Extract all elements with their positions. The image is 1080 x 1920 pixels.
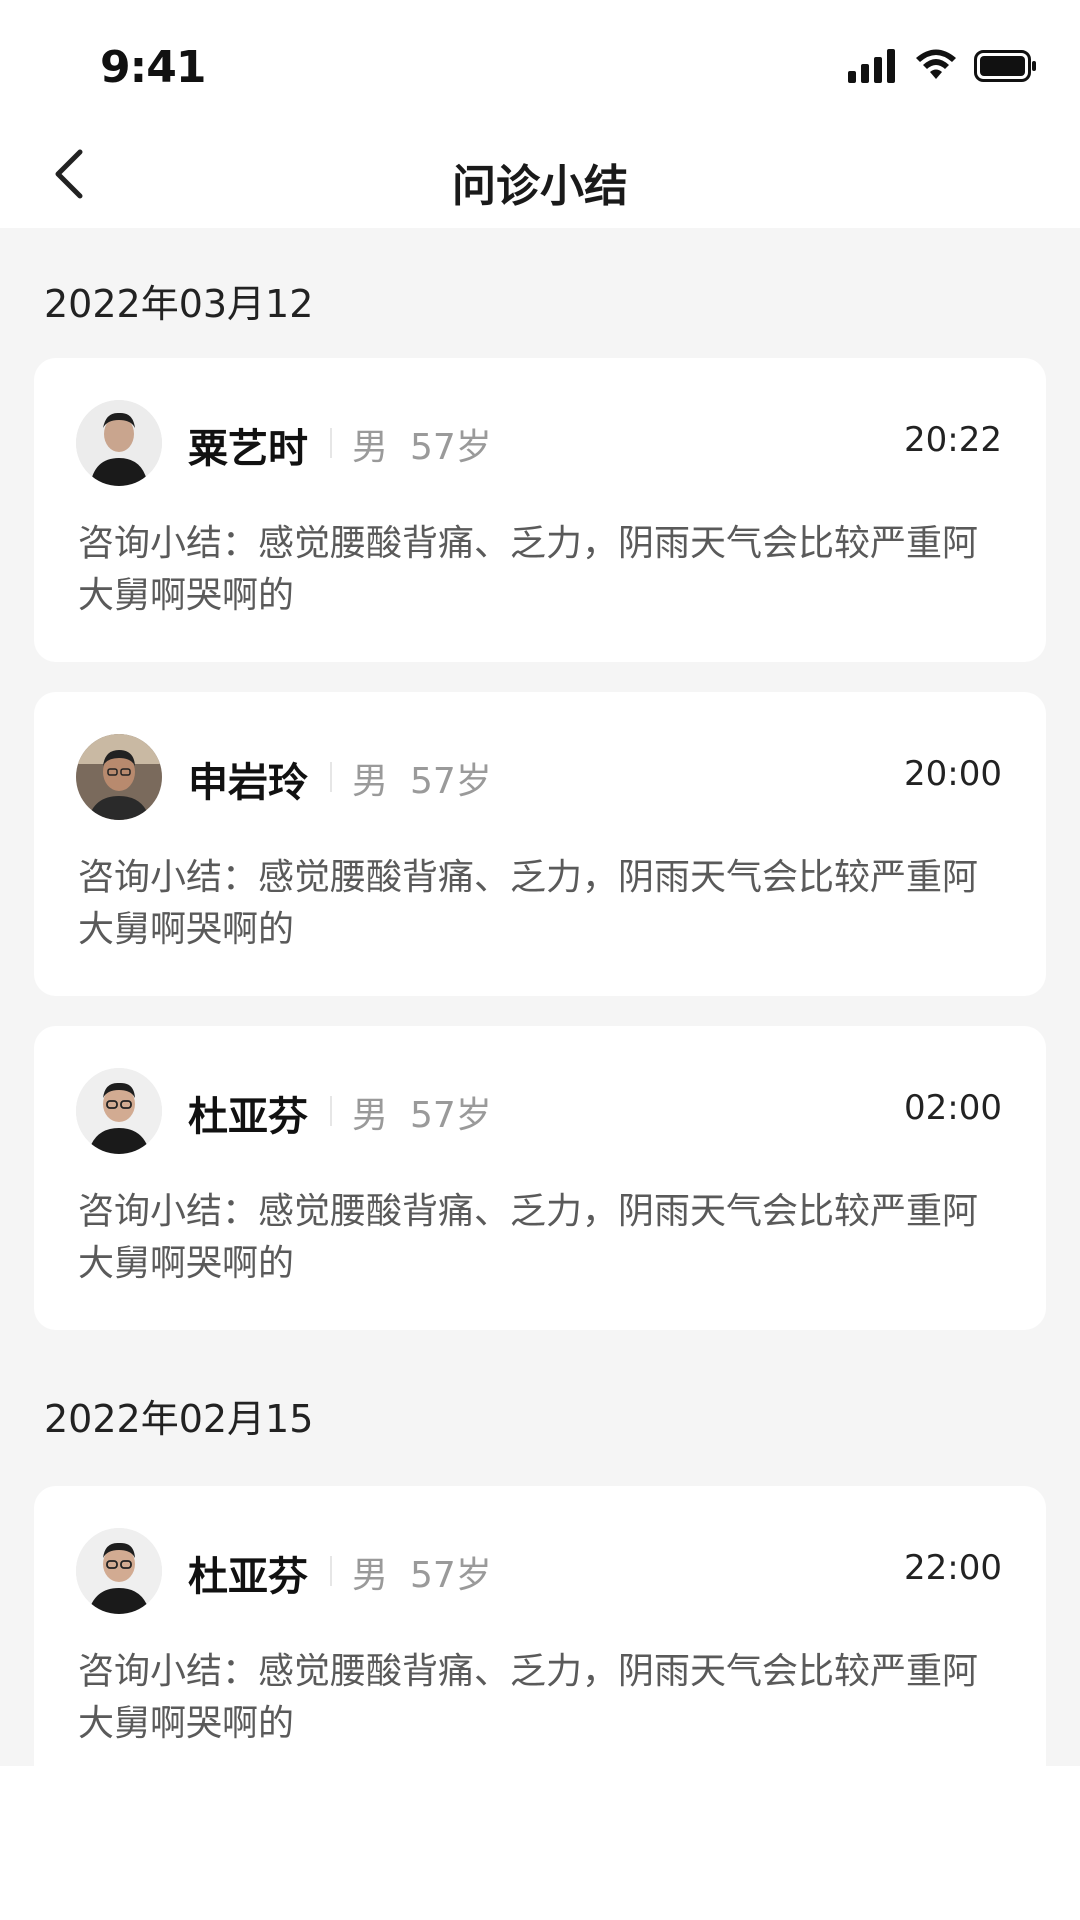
patient-name: 杜亚芬 xyxy=(188,1094,308,1140)
patient-age: 57岁 xyxy=(410,427,492,468)
wifi-icon xyxy=(914,49,958,87)
patient-name: 申岩玲 xyxy=(188,760,308,806)
consultation-card[interactable]: 杜亚芬 男 57岁 22:00 咨询小结：感觉腰酸背痛、乏力，阴雨天气会比较严重… xyxy=(34,1486,1046,1766)
divider xyxy=(330,1556,332,1586)
consultation-time: 20:22 xyxy=(904,420,1002,460)
divider xyxy=(330,428,332,458)
consultation-summary: 咨询小结：感觉腰酸背痛、乏力，阴雨天气会比较严重阿大舅啊哭啊的 xyxy=(78,1651,979,1744)
page-title: 问诊小结 xyxy=(452,161,628,212)
nav-bar: 问诊小结 xyxy=(0,120,1080,228)
date-header: 2022年02月15 xyxy=(44,1397,314,1441)
battery-icon xyxy=(974,49,1038,87)
consultation-card[interactable]: 申岩玲 男 57岁 20:00 咨询小结：感觉腰酸背痛、乏力，阴雨天气会比较严重… xyxy=(34,692,1046,996)
patient-name: 粟艺时 xyxy=(188,426,308,472)
consultation-card[interactable]: 杜亚芬 男 57岁 02:00 咨询小结：感觉腰酸背痛、乏力，阴雨天气会比较严重… xyxy=(34,1026,1046,1330)
patient-age: 57岁 xyxy=(410,1095,492,1136)
divider xyxy=(330,1096,332,1126)
avatar[interactable] xyxy=(76,734,162,820)
avatar[interactable] xyxy=(76,1528,162,1614)
consultation-time: 22:00 xyxy=(904,1548,1002,1588)
consultation-summary: 咨询小结：感觉腰酸背痛、乏力，阴雨天气会比较严重阿大舅啊哭啊的 xyxy=(78,857,979,950)
avatar[interactable] xyxy=(76,400,162,486)
consultation-summary: 咨询小结：感觉腰酸背痛、乏力，阴雨天气会比较严重阿大舅啊哭啊的 xyxy=(78,523,979,616)
divider xyxy=(330,762,332,792)
status-icons xyxy=(848,48,1038,88)
bottom-blank-area xyxy=(0,1766,1080,1920)
consultation-time: 02:00 xyxy=(904,1088,1002,1128)
patient-age: 57岁 xyxy=(410,1555,492,1596)
patient-gender: 男 xyxy=(352,1095,389,1136)
consultation-list: 2022年03月12 粟艺时 男 57岁 20:22 咨询小结：感觉腰酸背痛、乏… xyxy=(0,228,1080,1766)
patient-gender: 男 xyxy=(352,427,389,468)
patient-gender: 男 xyxy=(352,1555,389,1596)
patient-age: 57岁 xyxy=(410,761,492,802)
patient-gender: 男 xyxy=(352,761,389,802)
consultation-card[interactable]: 粟艺时 男 57岁 20:22 咨询小结：感觉腰酸背痛、乏力，阴雨天气会比较严重… xyxy=(34,358,1046,662)
signal-icon xyxy=(848,49,898,87)
date-header: 2022年03月12 xyxy=(44,282,314,326)
status-time: 9:41 xyxy=(100,42,206,93)
avatar[interactable] xyxy=(76,1068,162,1154)
patient-name: 杜亚芬 xyxy=(188,1554,308,1600)
consultation-time: 20:00 xyxy=(904,754,1002,794)
consultation-summary: 咨询小结：感觉腰酸背痛、乏力，阴雨天气会比较严重阿大舅啊哭啊的 xyxy=(78,1191,979,1284)
status-bar: 9:41 xyxy=(0,0,1080,120)
